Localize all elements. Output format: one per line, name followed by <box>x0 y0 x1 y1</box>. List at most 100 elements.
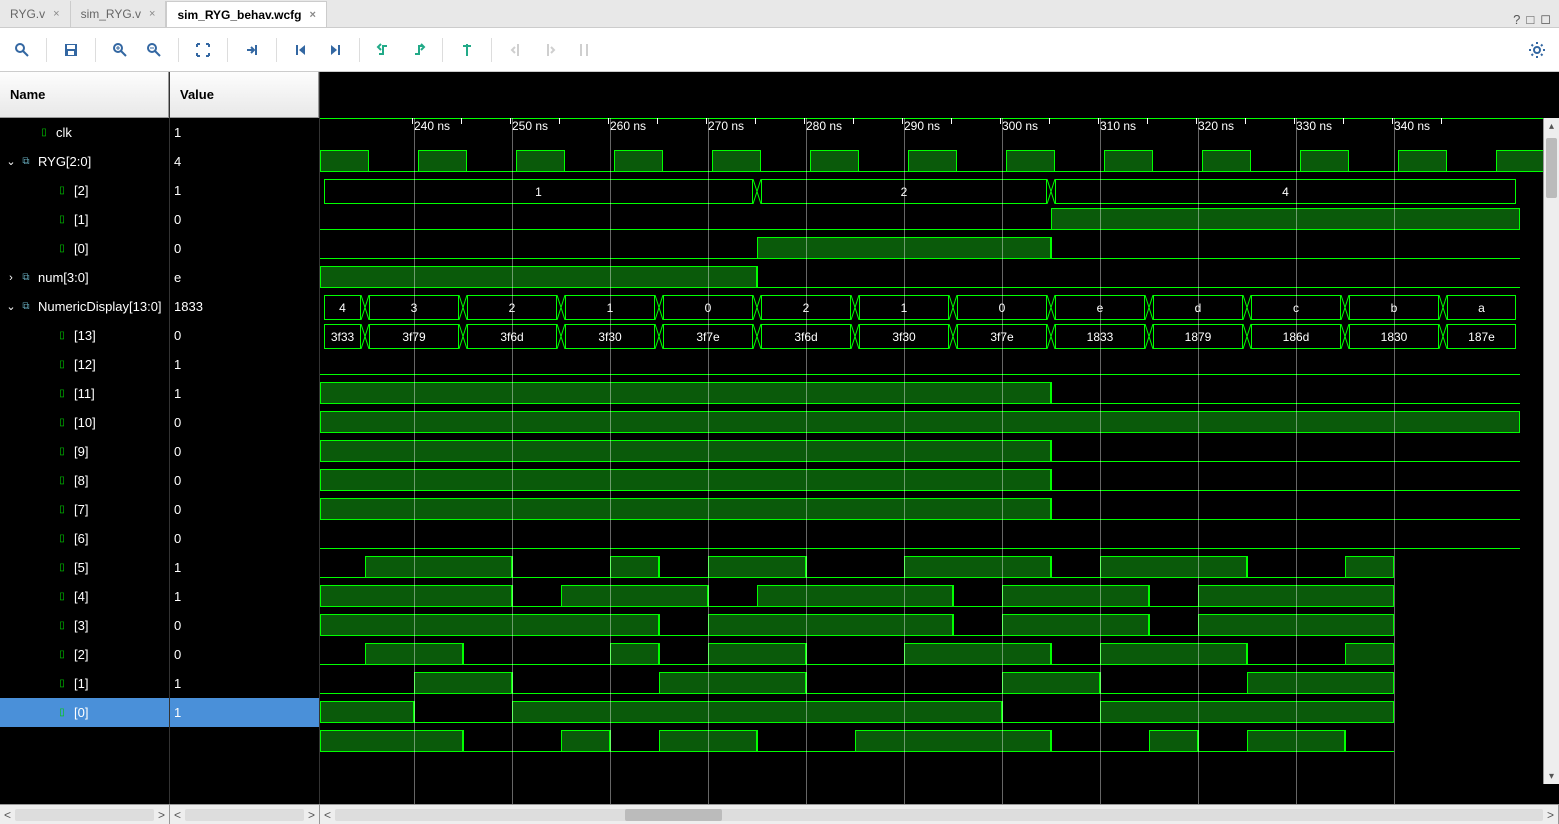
signal-value-row[interactable]: 1 <box>170 379 319 408</box>
time-tick: 280 ns <box>806 119 842 133</box>
signal-row[interactable]: ▯[0] <box>0 234 169 263</box>
time-ruler[interactable]: 240 ns250 ns260 ns270 ns280 ns290 ns300 … <box>320 118 1543 148</box>
signal-row[interactable]: ▯[8] <box>0 466 169 495</box>
signal-value-row[interactable]: 0 <box>170 640 319 669</box>
next-marker-icon[interactable] <box>536 36 564 64</box>
signal-row[interactable]: ▯[6] <box>0 524 169 553</box>
signal-row[interactable]: ▯[2] <box>0 176 169 205</box>
scrollbar-thumb[interactable] <box>1546 138 1557 198</box>
help-icon[interactable]: ? <box>1513 12 1520 27</box>
scroll-left-icon[interactable]: < <box>174 808 181 822</box>
signal-value-row[interactable]: 0 <box>170 466 319 495</box>
next-transition-icon[interactable] <box>404 36 432 64</box>
value-header[interactable]: Value <box>170 72 319 118</box>
collapse-icon[interactable]: ⌄ <box>4 155 18 168</box>
waveform-panel[interactable]: 240 ns250 ns260 ns270 ns280 ns290 ns300 … <box>320 72 1559 804</box>
signal-row[interactable]: ▯[1] <box>0 669 169 698</box>
signal-type-icon: ▯ <box>54 560 70 576</box>
close-icon[interactable]: × <box>53 8 59 20</box>
scrollbar-thumb[interactable] <box>625 809 722 821</box>
scroll-right-icon[interactable]: > <box>308 808 315 822</box>
signal-value-row[interactable]: 1 <box>170 669 319 698</box>
expand-icon[interactable]: › <box>4 272 18 284</box>
signal-value-row[interactable]: 0 <box>170 437 319 466</box>
signal-row[interactable]: ▯[5] <box>0 553 169 582</box>
signal-row[interactable]: ▯clk <box>0 118 169 147</box>
tab-wcfg[interactable]: sim_RYG_behav.wcfg× <box>166 1 326 27</box>
signal-row[interactable]: ▯[4] <box>0 582 169 611</box>
signal-value-row[interactable]: 0 <box>170 234 319 263</box>
signal-value-row[interactable]: 0 <box>170 495 319 524</box>
signal-value-row[interactable]: 1 <box>170 582 319 611</box>
signal-row[interactable]: ▯[11] <box>0 379 169 408</box>
tab-ryg[interactable]: RYG.v× <box>0 1 71 27</box>
signal-value-row[interactable]: 0 <box>170 524 319 553</box>
save-icon[interactable] <box>57 36 85 64</box>
name-hscroll[interactable]: < > <box>0 805 170 824</box>
signal-row[interactable]: ▯[3] <box>0 611 169 640</box>
signal-row[interactable]: ▯[10] <box>0 408 169 437</box>
scroll-right-icon[interactable]: > <box>158 808 165 822</box>
signal-name-list[interactable]: ▯clk⌄⧉RYG[2:0]▯[2]▯[1]▯[0]›⧉num[3:0]⌄⧉Nu… <box>0 118 169 804</box>
signal-value-row[interactable]: 1 <box>170 553 319 582</box>
go-to-start-icon[interactable] <box>287 36 315 64</box>
signal-row[interactable]: ›⧉num[3:0] <box>0 263 169 292</box>
scroll-left-icon[interactable]: < <box>324 808 331 822</box>
signal-name: [0] <box>74 241 88 256</box>
signal-value-row[interactable]: 1833 <box>170 292 319 321</box>
signal-name: [11] <box>74 386 95 401</box>
vertical-scrollbar[interactable]: ▴ ▾ <box>1543 118 1559 784</box>
restore-icon[interactable]: ◻ <box>1540 11 1551 27</box>
scroll-down-icon[interactable]: ▾ <box>1544 768 1559 784</box>
signal-value-row[interactable]: 1 <box>170 350 319 379</box>
signal-row[interactable]: ▯[12] <box>0 350 169 379</box>
signal-row[interactable]: ▯[0] <box>0 698 169 727</box>
bottom-scrollbars: < > < > < > <box>0 804 1559 824</box>
signal-value-row[interactable]: 0 <box>170 205 319 234</box>
collapse-icon[interactable]: ⌄ <box>4 300 18 313</box>
signal-value-row[interactable]: 1 <box>170 698 319 727</box>
close-icon[interactable]: × <box>310 9 316 21</box>
swap-markers-icon[interactable] <box>570 36 598 64</box>
signal-row[interactable]: ⌄⧉RYG[2:0] <box>0 147 169 176</box>
gridline <box>1002 118 1003 804</box>
signal-value-row[interactable]: 0 <box>170 611 319 640</box>
signal-type-icon: ▯ <box>54 415 70 431</box>
signal-row[interactable]: ▯[9] <box>0 437 169 466</box>
search-icon[interactable] <box>8 36 36 64</box>
maximize-icon[interactable]: □ <box>1526 12 1534 27</box>
wave-hscroll[interactable]: < > <box>320 805 1559 824</box>
signal-row[interactable]: ▯[2] <box>0 640 169 669</box>
signal-value-list[interactable]: 14100e183301100000110011 <box>170 118 319 804</box>
scroll-left-icon[interactable]: < <box>4 808 11 822</box>
scroll-right-icon[interactable]: > <box>1547 808 1554 822</box>
value-hscroll[interactable]: < > <box>170 805 320 824</box>
signal-row[interactable]: ▯[7] <box>0 495 169 524</box>
name-header[interactable]: Name <box>0 72 169 118</box>
waveform-rows[interactable]: 12443210210edcba3f333f793f6d3f303f7e3f6d… <box>320 148 1543 804</box>
zoom-fit-icon[interactable] <box>189 36 217 64</box>
go-to-end-icon[interactable] <box>321 36 349 64</box>
go-to-cursor-icon[interactable] <box>238 36 266 64</box>
add-marker-icon[interactable] <box>453 36 481 64</box>
close-icon[interactable]: × <box>149 8 155 20</box>
signal-value-row[interactable]: e <box>170 263 319 292</box>
zoom-out-icon[interactable] <box>140 36 168 64</box>
signal-row[interactable]: ▯[13] <box>0 321 169 350</box>
prev-marker-icon[interactable] <box>502 36 530 64</box>
signal-value-row[interactable]: 4 <box>170 147 319 176</box>
scroll-up-icon[interactable]: ▴ <box>1544 118 1559 134</box>
time-tick: 340 ns <box>1394 119 1430 133</box>
tab-sim-ryg[interactable]: sim_RYG.v× <box>71 1 167 27</box>
signal-value: 1833 <box>174 299 203 314</box>
prev-transition-icon[interactable] <box>370 36 398 64</box>
signal-row[interactable]: ⌄⧉NumericDisplay[13:0] <box>0 292 169 321</box>
settings-icon[interactable] <box>1523 36 1551 64</box>
signal-row[interactable]: ▯[1] <box>0 205 169 234</box>
signal-value-row[interactable]: 0 <box>170 408 319 437</box>
signal-value-row[interactable]: 0 <box>170 321 319 350</box>
zoom-in-icon[interactable] <box>106 36 134 64</box>
signal-value-row[interactable]: 1 <box>170 118 319 147</box>
time-tick: 250 ns <box>512 119 548 133</box>
signal-value-row[interactable]: 1 <box>170 176 319 205</box>
